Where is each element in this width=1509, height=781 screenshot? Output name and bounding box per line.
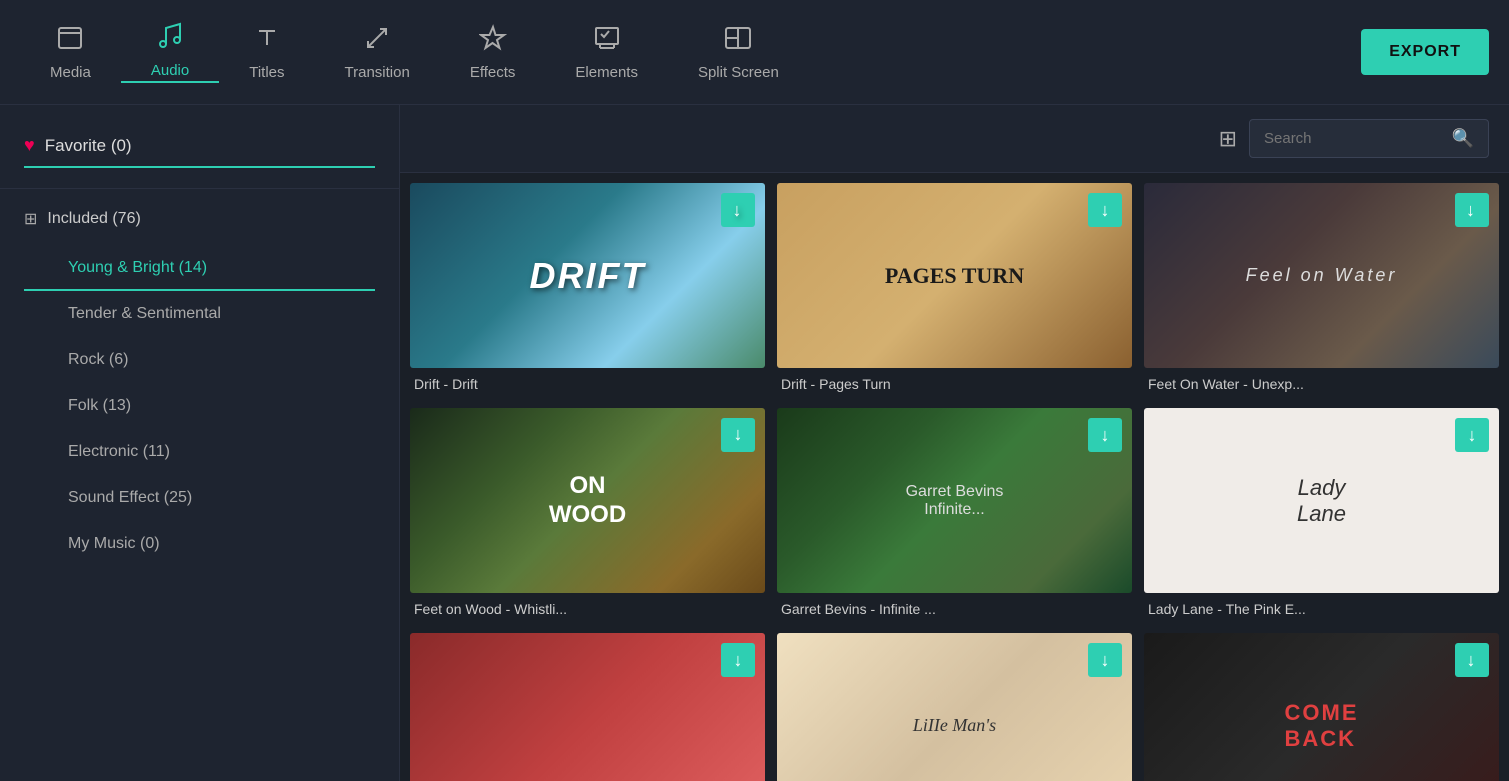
grid-label-lady-lane: Lady Lane - The Pink E...: [1144, 593, 1499, 621]
grid-view-icon[interactable]: ⊞: [1219, 126, 1237, 152]
nav-media-label: Media: [50, 64, 91, 81]
export-button[interactable]: EXPORT: [1361, 29, 1489, 75]
sidebar-favorite-section: ♥ Favorite (0): [0, 125, 399, 189]
nav-elements[interactable]: Elements: [545, 24, 668, 81]
sidebar-item-electronic[interactable]: Electronic (11): [24, 429, 375, 475]
download-button-feet-wood[interactable]: ↓: [721, 418, 755, 452]
grid-icon: ⊞: [24, 209, 37, 229]
content-toolbar: ⊞ 🔍: [400, 105, 1509, 173]
sidebar-favorite[interactable]: ♥ Favorite (0): [24, 135, 375, 168]
grid-item-row3a[interactable]: ↓: [410, 633, 765, 781]
download-button-row3a[interactable]: ↓: [721, 643, 755, 677]
grid-thumb-drift-drift: DRIFT ↓: [410, 183, 765, 368]
titles-icon: [253, 24, 281, 56]
transition-icon: [363, 24, 391, 56]
grid-item-feet-water[interactable]: Feel on Water ↓ Feet On Water - Unexp...: [1144, 183, 1499, 396]
search-box: 🔍: [1249, 119, 1489, 158]
download-button-drift-pages[interactable]: ↓: [1088, 193, 1122, 227]
sidebar: ♥ Favorite (0) ⊞ Included (76) Young & B…: [0, 105, 400, 781]
nav-transition-label: Transition: [345, 64, 410, 81]
split-screen-icon: [724, 24, 752, 56]
grid-thumb-row3c: COME BACK ↓: [1144, 633, 1499, 781]
download-button-row3c[interactable]: ↓: [1455, 643, 1489, 677]
grid-thumb-feet-water: Feel on Water ↓: [1144, 183, 1499, 368]
grid-thumb-row3a: ↓: [410, 633, 765, 781]
grid-item-feet-wood[interactable]: ON WOOD ↓ Feet on Wood - Whistli...: [410, 408, 765, 621]
grid-label-garret: Garret Bevins - Infinite ...: [777, 593, 1132, 621]
grid-item-garret[interactable]: Garret Bevins Infinite... ↓ Garret Bevin…: [777, 408, 1132, 621]
favorite-label: Favorite (0): [45, 136, 132, 156]
content-grid: DRIFT ↓ Drift - Drift PAGES TURN ↓ Drift…: [400, 173, 1509, 781]
grid-thumb-drift-pages: PAGES TURN ↓: [777, 183, 1132, 368]
grid-item-drift-pages[interactable]: PAGES TURN ↓ Drift - Pages Turn: [777, 183, 1132, 396]
included-label: Included (76): [47, 210, 140, 228]
main-area: ♥ Favorite (0) ⊞ Included (76) Young & B…: [0, 105, 1509, 781]
effects-icon: [479, 24, 507, 56]
grid-thumb-feet-wood: ON WOOD ↓: [410, 408, 765, 593]
sidebar-included: ⊞ Included (76): [24, 209, 375, 229]
nav-audio[interactable]: Audio: [121, 22, 219, 83]
elements-icon: [593, 24, 621, 56]
download-button-row3b[interactable]: ↓: [1088, 643, 1122, 677]
nav-split-screen[interactable]: Split Screen: [668, 24, 809, 81]
nav-elements-label: Elements: [575, 64, 638, 81]
sidebar-item-young-bright[interactable]: Young & Bright (14): [24, 245, 375, 291]
heart-icon: ♥: [24, 135, 35, 156]
top-nav: Media Audio Titles Transition: [0, 0, 1509, 105]
grid-item-row3b[interactable]: LiIIe Man's ↓: [777, 633, 1132, 781]
media-icon: [56, 24, 84, 56]
grid-thumb-row3b: LiIIe Man's ↓: [777, 633, 1132, 781]
audio-icon: [156, 22, 184, 54]
download-button-feet-water[interactable]: ↓: [1455, 193, 1489, 227]
nav-effects-label: Effects: [470, 64, 516, 81]
grid-item-drift-drift[interactable]: DRIFT ↓ Drift - Drift: [410, 183, 765, 396]
download-button-garret[interactable]: ↓: [1088, 418, 1122, 452]
sidebar-item-tender[interactable]: Tender & Sentimental: [24, 291, 375, 337]
content-area: ⊞ 🔍 DRIFT ↓ Drift - Drift PAGES TURN ↓: [400, 105, 1509, 781]
nav-titles[interactable]: Titles: [219, 24, 314, 81]
nav-effects[interactable]: Effects: [440, 24, 546, 81]
search-icon[interactable]: 🔍: [1452, 128, 1474, 149]
nav-titles-label: Titles: [249, 64, 284, 81]
download-button-drift-drift[interactable]: ↓: [721, 193, 755, 227]
sidebar-item-my-music[interactable]: My Music (0): [24, 521, 375, 567]
nav-media[interactable]: Media: [20, 24, 121, 81]
sidebar-item-sound-effect[interactable]: Sound Effect (25): [24, 475, 375, 521]
download-button-lady-lane[interactable]: ↓: [1455, 418, 1489, 452]
grid-item-row3c[interactable]: COME BACK ↓: [1144, 633, 1499, 781]
nav-split-screen-label: Split Screen: [698, 64, 779, 81]
search-input[interactable]: [1264, 130, 1444, 147]
grid-item-lady-lane[interactable]: Lady Lane ↓ Lady Lane - The Pink E...: [1144, 408, 1499, 621]
grid-label-feet-water: Feet On Water - Unexp...: [1144, 368, 1499, 396]
grid-thumb-garret: Garret Bevins Infinite... ↓: [777, 408, 1132, 593]
sidebar-included-section: ⊞ Included (76) Young & Bright (14) Tend…: [0, 189, 399, 577]
sidebar-item-folk[interactable]: Folk (13): [24, 383, 375, 429]
nav-transition[interactable]: Transition: [315, 24, 440, 81]
grid-label-drift-drift: Drift - Drift: [410, 368, 765, 396]
sidebar-item-rock[interactable]: Rock (6): [24, 337, 375, 383]
grid-thumb-lady-lane: Lady Lane ↓: [1144, 408, 1499, 593]
nav-audio-label: Audio: [151, 62, 189, 79]
grid-label-feet-wood: Feet on Wood - Whistli...: [410, 593, 765, 621]
grid-label-drift-pages: Drift - Pages Turn: [777, 368, 1132, 396]
